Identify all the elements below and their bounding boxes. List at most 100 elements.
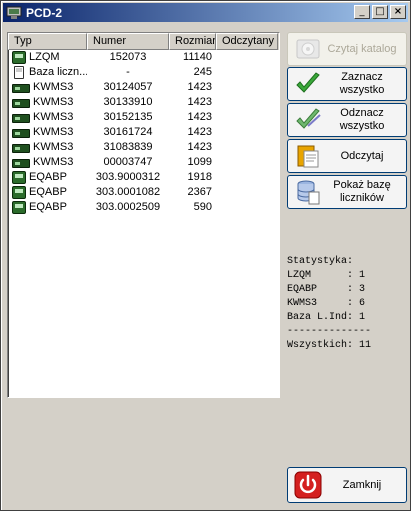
cell-size: 1099	[187, 156, 212, 168]
cell-size: 1918	[187, 171, 212, 183]
table-row[interactable]: EQABP 303.0002509 590	[8, 200, 279, 215]
column-header-type[interactable]: Typ	[8, 33, 87, 50]
deselect-all-label: Odznacz wszystko	[339, 107, 385, 132]
select-all-button[interactable]: Zaznacz wszystko	[287, 67, 407, 101]
cell-size: 1423	[187, 96, 212, 108]
type-text: EQABP	[29, 201, 67, 213]
cell-read	[216, 170, 278, 185]
table-row[interactable]: KWMS3 30161724 1423	[8, 125, 279, 140]
cell-size: 245	[193, 66, 212, 78]
stat-line: EQABP : 3	[287, 284, 366, 295]
kwms-icon	[12, 159, 30, 168]
close-window-button[interactable]: ×	[390, 5, 406, 19]
cell-number: 30133910	[103, 96, 153, 108]
show-base-label: Pokaż bazę liczników	[333, 179, 391, 204]
folder-read-icon	[294, 142, 322, 170]
cell-read	[216, 65, 278, 80]
cell-size: 2367	[187, 186, 212, 198]
app-icon	[6, 6, 22, 20]
cell-type: KWMS3	[8, 125, 87, 140]
kwms-icon	[12, 84, 30, 93]
cell-read	[216, 185, 278, 200]
main-window: PCD-2 _ □ × Typ Numer Rozmiar Odczytany …	[0, 0, 411, 511]
title-bar[interactable]: PCD-2 _ □ ×	[3, 3, 408, 22]
cell-type: KWMS3	[8, 110, 87, 125]
cell-read	[216, 80, 278, 95]
type-text: LZQM	[29, 51, 60, 63]
cell-number: 31083839	[103, 141, 153, 153]
cell-number: -	[126, 66, 130, 78]
cell-number: 152073	[109, 51, 147, 63]
disc-icon	[294, 35, 322, 63]
cell-number: 303.9000312	[95, 171, 161, 183]
read-button[interactable]: Odczytaj	[287, 139, 407, 173]
select-all-label: Zaznacz wszystko	[339, 71, 385, 96]
maximize-button[interactable]: □	[372, 5, 388, 19]
database-icon	[294, 178, 322, 206]
kwms-icon	[12, 114, 30, 123]
kwms-icon	[12, 144, 30, 153]
meter-icon	[12, 51, 26, 64]
type-text: KWMS3	[33, 126, 74, 138]
cell-size: 1423	[187, 126, 212, 138]
close-button[interactable]: Zamknij	[287, 467, 407, 503]
minimize-button[interactable]: _	[354, 5, 370, 19]
type-text: EQABP	[29, 171, 67, 183]
cell-number: 303.0002509	[95, 201, 161, 213]
table-row[interactable]: LZQM 152073 11140	[8, 50, 279, 65]
cell-type: Baza liczn...	[8, 65, 87, 80]
list-header: Typ Numer Rozmiar Odczytany	[8, 33, 279, 50]
cell-size: 1423	[187, 81, 212, 93]
table-row[interactable]: KWMS3 00003747 1099	[8, 155, 279, 170]
table-row[interactable]: KWMS3 30133910 1423	[8, 95, 279, 110]
device-list[interactable]: Typ Numer Rozmiar Odczytany LZQM 152073 11…	[7, 32, 280, 398]
cell-read	[216, 140, 278, 155]
database-icon	[14, 66, 24, 79]
cell-size: 11140	[183, 51, 212, 63]
table-row[interactable]: Baza liczn... - 245	[8, 65, 279, 80]
cell-read	[216, 125, 278, 140]
meter-icon	[12, 201, 26, 214]
stat-line: LZQM : 1	[287, 270, 366, 281]
cell-read	[216, 155, 278, 170]
type-text: EQABP	[29, 186, 67, 198]
cell-size: 1423	[187, 141, 212, 153]
column-header-size[interactable]: Rozmiar	[169, 33, 216, 50]
cell-type: LZQM	[8, 50, 87, 65]
list-rows: LZQM 152073 11140 Baza liczn... - 245 KWMS3 301…	[8, 50, 279, 215]
checkmark-faded-icon	[294, 106, 322, 134]
stat-total: Wszystkich: 11	[287, 340, 372, 351]
table-row[interactable]: EQABP 303.0001082 2367	[8, 185, 279, 200]
checkmark-icon	[294, 70, 322, 98]
cell-number: 00003747	[103, 156, 153, 168]
cell-type: KWMS3	[8, 80, 87, 95]
cell-type: EQABP	[8, 200, 87, 215]
cell-type: EQABP	[8, 185, 87, 200]
table-row[interactable]: KWMS3 30152135 1423	[8, 110, 279, 125]
cell-number: 30152135	[103, 111, 153, 123]
type-text: KWMS3	[33, 111, 74, 123]
stat-separator: --------------	[287, 326, 372, 337]
read-catalog-button[interactable]: Czytaj katalog	[287, 32, 407, 66]
kwms-icon	[12, 129, 30, 138]
meter-icon	[12, 171, 26, 184]
deselect-all-button[interactable]: Odznacz wszystko	[287, 103, 407, 137]
window-title: PCD-2	[26, 5, 63, 20]
cell-type: KWMS3	[8, 155, 87, 170]
type-text: KWMS3	[33, 96, 74, 108]
cell-size: 1423	[187, 111, 212, 123]
type-text: KWMS3	[33, 81, 74, 93]
cell-type: KWMS3	[8, 95, 87, 110]
close-label: Zamknij	[342, 478, 382, 491]
column-header-read[interactable]: Odczytany	[216, 33, 278, 50]
show-base-button[interactable]: Pokaż bazę liczników	[287, 175, 407, 209]
cell-size: 590	[193, 201, 212, 213]
table-row[interactable]: KWMS3 31083839 1423	[8, 140, 279, 155]
type-text: Baza liczn...	[29, 66, 87, 78]
column-header-number[interactable]: Numer	[87, 33, 169, 50]
cell-number: 30124057	[103, 81, 153, 93]
statistics-panel: Statystyka: LZQM : 1 EQABP : 3 KWMS3 : 6…	[287, 255, 371, 353]
table-row[interactable]: EQABP 303.9000312 1918	[8, 170, 279, 185]
cell-type: KWMS3	[8, 140, 87, 155]
table-row[interactable]: KWMS3 30124057 1423	[8, 80, 279, 95]
